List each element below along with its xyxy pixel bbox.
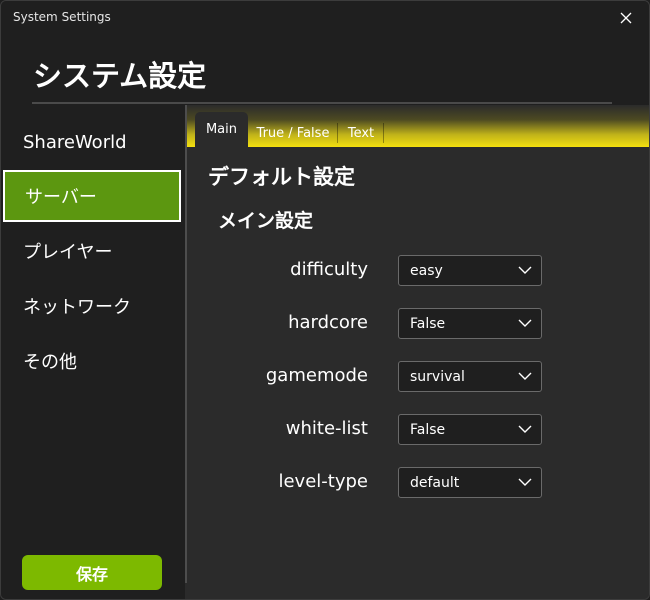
tab-strip: Main True / False Text [187, 105, 649, 147]
setting-label-difficulty: difficulty [290, 259, 368, 280]
sidebar: ShareWorld サーバー プレイヤー ネットワーク その他 [1, 105, 185, 599]
select-value: False [410, 316, 446, 332]
tab-main[interactable]: Main [195, 112, 248, 147]
settings-window: System Settings システム設定 ShareWorld サーバー プ… [0, 0, 650, 600]
sidebar-item-server[interactable]: サーバー [3, 170, 181, 222]
section-heading: デフォルト設定 [208, 165, 355, 189]
sidebar-item-label: ネットワーク [23, 297, 131, 318]
chevron-down-icon [518, 425, 532, 433]
chevron-down-icon [518, 266, 532, 274]
tab-true-false[interactable]: True / False [251, 119, 335, 147]
select-value: False [410, 422, 446, 438]
save-button[interactable]: 保存 [22, 555, 162, 590]
close-icon [620, 12, 632, 24]
sidebar-item-label: その他 [23, 352, 77, 373]
setting-label-gamemode: gamemode [265, 365, 368, 386]
tab-separator [337, 123, 338, 143]
subsection-heading: メイン設定 [218, 210, 314, 232]
chevron-down-icon [518, 319, 532, 327]
tab-text[interactable]: Text [339, 119, 383, 147]
sidebar-item-network[interactable]: ネットワーク [3, 280, 181, 332]
header: システム設定 [1, 35, 649, 105]
sidebar-item-other[interactable]: その他 [3, 335, 181, 387]
sidebar-item-shareworld[interactable]: ShareWorld [3, 116, 181, 168]
tab-label: Text [347, 125, 375, 141]
white-list-select[interactable]: False [398, 414, 542, 445]
tab-label: True / False [256, 125, 330, 141]
close-button[interactable] [603, 1, 649, 35]
sidebar-item-player[interactable]: プレイヤー [3, 225, 181, 277]
tab-label: Main [205, 122, 238, 137]
title-divider [32, 102, 612, 104]
setting-label-level-type: level-type [278, 471, 368, 492]
gamemode-select[interactable]: survival [398, 361, 542, 392]
chevron-down-icon [518, 372, 532, 380]
title-bar: System Settings [1, 1, 649, 35]
chevron-down-icon [518, 478, 532, 486]
select-value: default [410, 475, 460, 491]
page-title: システム設定 [33, 59, 207, 93]
sidebar-item-label: ShareWorld [23, 131, 127, 153]
select-value: survival [410, 369, 465, 385]
window-title: System Settings [13, 10, 111, 24]
level-type-select[interactable]: default [398, 467, 542, 498]
sidebar-item-label: サーバー [25, 187, 97, 208]
difficulty-select[interactable]: easy [398, 255, 542, 286]
select-value: easy [410, 263, 443, 279]
hardcore-select[interactable]: False [398, 308, 542, 339]
setting-label-white-list: white-list [285, 418, 368, 439]
setting-label-hardcore: hardcore [288, 312, 368, 333]
sidebar-item-label: プレイヤー [23, 242, 113, 263]
main-panel: Main True / False Text デフォルト設定 メイン設定 dif… [187, 105, 649, 599]
tab-separator [383, 123, 384, 143]
